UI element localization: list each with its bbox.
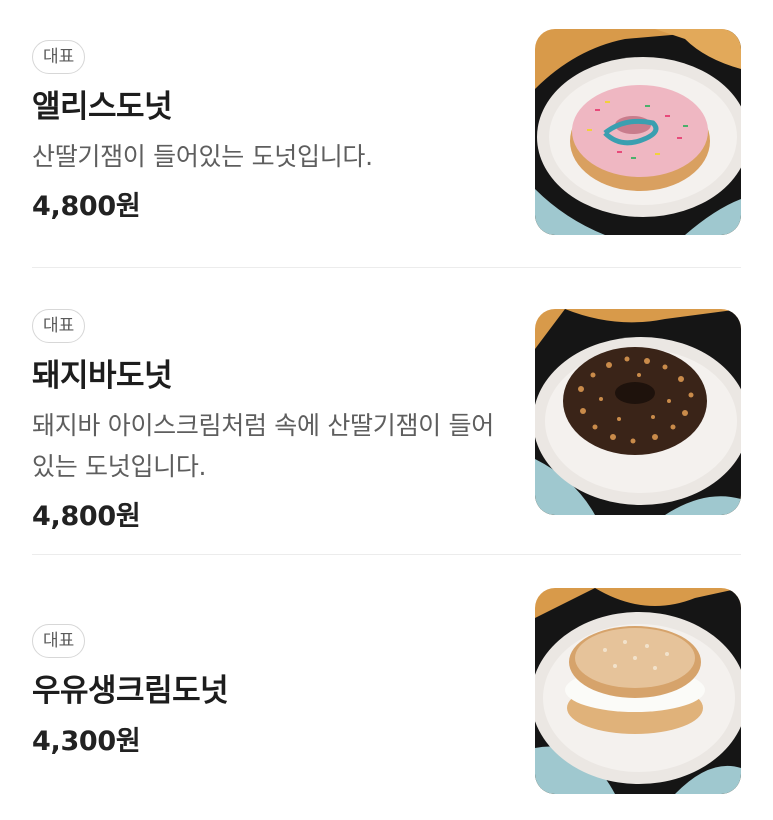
signature-badge: 대표 — [32, 624, 86, 658]
pink-sprinkle-donut-image — [535, 29, 741, 235]
menu-item-photo[interactable] — [535, 29, 741, 235]
menu-item-alice-donut[interactable]: 대표 앨리스도넛 산딸기잼이 들어있는 도넛입니다. 4,800원 — [32, 29, 741, 235]
cream-filled-donut-image — [535, 588, 741, 794]
menu-item-price: 4,800원 — [32, 501, 141, 532]
menu-item-photo[interactable] — [535, 309, 741, 515]
menu-item-info: 대표 돼지바도넛 돼지바 아이스크림처럼 속에 산딸기잼이 들어있는 도넛입니다… — [32, 309, 535, 532]
menu-item-name: 앨리스도넛 — [32, 89, 173, 125]
menu-item-price: 4,800원 — [32, 191, 141, 222]
menu-item-photo[interactable] — [535, 588, 741, 794]
menu-item-milk-cream-donut[interactable]: 대표 우유생크림도넛 4,300원 — [32, 588, 741, 794]
menu-item-name: 우유생크림도넛 — [32, 673, 229, 709]
menu-list: 대표 앨리스도넛 산딸기잼이 들어있는 도넛입니다. 4,800원 대표 돼지바… — [0, 0, 773, 820]
chocolate-crunch-donut-image — [535, 309, 741, 515]
menu-item-description: 돼지바 아이스크림처럼 속에 산딸기잼이 들어있는 도넛입니다. — [32, 411, 494, 481]
divider — [32, 267, 741, 268]
signature-badge: 대표 — [32, 309, 86, 343]
menu-item-piggybar-donut[interactable]: 대표 돼지바도넛 돼지바 아이스크림처럼 속에 산딸기잼이 들어있는 도넛입니다… — [32, 309, 741, 532]
menu-item-price: 4,300원 — [32, 726, 141, 757]
menu-item-info: 대표 앨리스도넛 산딸기잼이 들어있는 도넛입니다. 4,800원 — [32, 29, 535, 234]
divider — [32, 554, 741, 555]
menu-item-description: 산딸기잼이 들어있는 도넛입니다. — [32, 142, 373, 171]
signature-badge: 대표 — [32, 40, 86, 74]
menu-item-name: 돼지바도넛 — [32, 358, 173, 394]
menu-item-info: 대표 우유생크림도넛 4,300원 — [32, 588, 535, 793]
